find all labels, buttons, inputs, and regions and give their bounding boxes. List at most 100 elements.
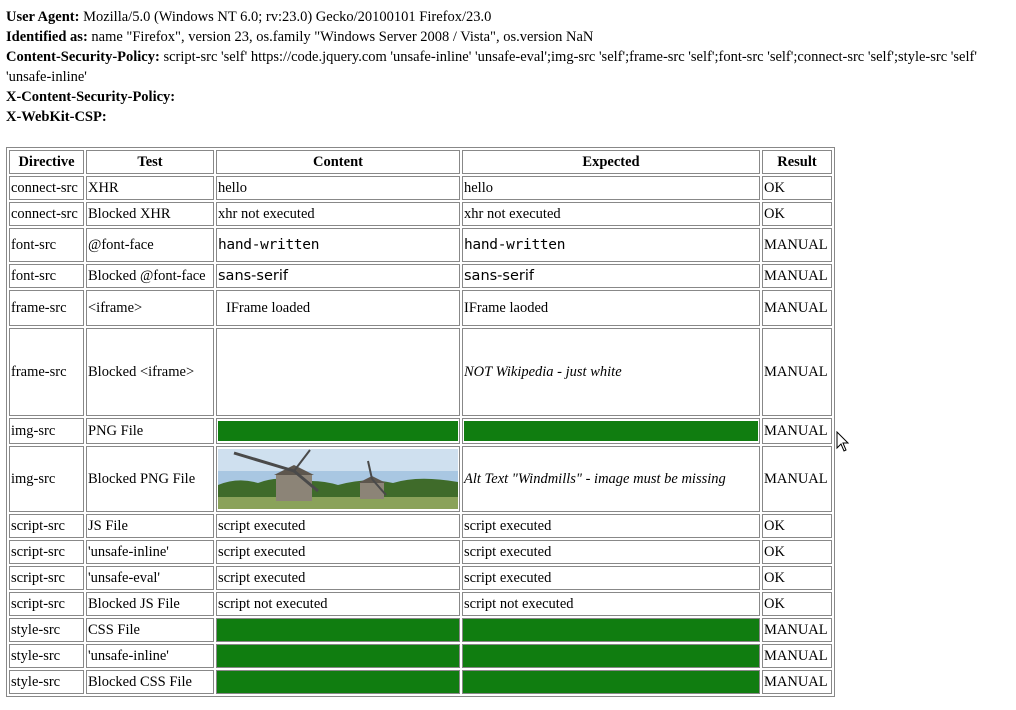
cell-directive: script-src: [9, 592, 84, 616]
cell-test: 'unsafe-eval': [86, 566, 214, 590]
csp-label: Content-Security-Policy:: [6, 49, 160, 65]
table-row: frame-src Blocked <iframe> NOT Wikipedia…: [9, 328, 832, 416]
table-row: font-src @font-face hand-written hand-wr…: [9, 228, 832, 262]
green-swatch-expected: [462, 644, 760, 668]
cell-result: MANUAL: [762, 290, 832, 326]
cell-directive: style-src: [9, 644, 84, 668]
table-row: font-src Blocked @font-face sans-serif s…: [9, 264, 832, 288]
header-result: Result: [762, 150, 832, 174]
cell-expected: hello: [462, 176, 760, 200]
cell-content: script executed: [216, 540, 460, 564]
cell-expected: script not executed: [462, 592, 760, 616]
cell-content: script executed: [216, 514, 460, 538]
iframe-content: IFrame loaded: [216, 290, 460, 326]
cell-expected: IFrame laoded: [462, 290, 760, 326]
table-row: script-src 'unsafe-eval' script executed…: [9, 566, 832, 590]
x-webkit-csp-line: X-WebKit-CSP:: [6, 107, 1010, 127]
table-row: connect-src Blocked XHR xhr not executed…: [9, 202, 832, 226]
table-row: img-src Blocked PNG File Alt Text "Windm…: [9, 446, 832, 512]
cell-test: PNG File: [86, 418, 214, 444]
cell-content-handwritten: hand-written: [216, 228, 460, 262]
cell-test: Blocked <iframe>: [86, 328, 214, 416]
cell-result: OK: [762, 592, 832, 616]
cell-result: MANUAL: [762, 328, 832, 416]
cell-test: 'unsafe-inline': [86, 540, 214, 564]
cell-directive: script-src: [9, 540, 84, 564]
cell-directive: frame-src: [9, 328, 84, 416]
request-info: User Agent: Mozilla/5.0 (Windows NT 6.0;…: [6, 7, 1010, 127]
cell-result: MANUAL: [762, 670, 832, 694]
user-agent-label: User Agent:: [6, 9, 80, 25]
table-row: script-src Blocked JS File script not ex…: [9, 592, 832, 616]
cell-directive: frame-src: [9, 290, 84, 326]
cell-result: OK: [762, 202, 832, 226]
green-swatch-content: [216, 644, 460, 668]
cell-directive: style-src: [9, 618, 84, 642]
cell-test: CSS File: [86, 618, 214, 642]
cell-test: Blocked XHR: [86, 202, 214, 226]
cell-directive: style-src: [9, 670, 84, 694]
user-agent-line: User Agent: Mozilla/5.0 (Windows NT 6.0;…: [6, 7, 1010, 27]
header-expected: Expected: [462, 150, 760, 174]
x-csp-label: X-Content-Security-Policy:: [6, 89, 176, 105]
identified-as-label: Identified as:: [6, 29, 88, 45]
cell-result: OK: [762, 514, 832, 538]
cell-directive: connect-src: [9, 202, 84, 226]
cell-result: MANUAL: [762, 264, 832, 288]
cell-test: Blocked CSS File: [86, 670, 214, 694]
x-csp-line: X-Content-Security-Policy:: [6, 87, 1010, 107]
cell-result: OK: [762, 176, 832, 200]
csp-test-table: Directive Test Content Expected Result c…: [6, 147, 835, 697]
table-row: style-src CSS File MANUAL: [9, 618, 832, 642]
x-webkit-csp-label: X-WebKit-CSP:: [6, 109, 107, 125]
cell-directive: connect-src: [9, 176, 84, 200]
cell-test: Blocked PNG File: [86, 446, 214, 512]
cell-test: Blocked @font-face: [86, 264, 214, 288]
cell-content: xhr not executed: [216, 202, 460, 226]
cell-result: OK: [762, 540, 832, 564]
cell-test: JS File: [86, 514, 214, 538]
green-swatch-expected: [462, 670, 760, 694]
cell-directive: font-src: [9, 264, 84, 288]
table-row: script-src 'unsafe-inline' script execut…: [9, 540, 832, 564]
green-swatch-content: [216, 418, 460, 444]
table-row: script-src JS File script executed scrip…: [9, 514, 832, 538]
cell-expected: Alt Text "Windmills" - image must be mis…: [462, 446, 760, 512]
cell-directive: img-src: [9, 418, 84, 444]
table-row: frame-src <iframe> IFrame loaded IFrame …: [9, 290, 832, 326]
csp-line: Content-Security-Policy: script-src 'sel…: [6, 47, 1010, 87]
cell-directive: script-src: [9, 514, 84, 538]
cell-result: OK: [762, 566, 832, 590]
cell-content-sans: sans-serif: [216, 264, 460, 288]
cell-result: MANUAL: [762, 228, 832, 262]
cell-content: hello: [216, 176, 460, 200]
table-row: style-src 'unsafe-inline' MANUAL: [9, 644, 832, 668]
cell-expected: script executed: [462, 566, 760, 590]
cell-content: script executed: [216, 566, 460, 590]
cell-content: script not executed: [216, 592, 460, 616]
table-row: style-src Blocked CSS File MANUAL: [9, 670, 832, 694]
cell-result: MANUAL: [762, 644, 832, 668]
cell-expected-handwritten: hand-written: [462, 228, 760, 262]
cell-result: MANUAL: [762, 418, 832, 444]
cell-directive: img-src: [9, 446, 84, 512]
cell-directive: script-src: [9, 566, 84, 590]
table-row: img-src PNG File MANUAL: [9, 418, 832, 444]
identified-as-line: Identified as: name "Firefox", version 2…: [6, 27, 1010, 47]
identified-as-value: name "Firefox", version 23, os.family "W…: [91, 29, 594, 45]
cell-result: MANUAL: [762, 446, 832, 512]
cell-expected-sans: sans-serif: [462, 264, 760, 288]
green-swatch-content: [216, 670, 460, 694]
cell-expected: NOT Wikipedia - just white: [462, 328, 760, 416]
cell-test: Blocked JS File: [86, 592, 214, 616]
user-agent-value: Mozilla/5.0 (Windows NT 6.0; rv:23.0) Ge…: [83, 9, 492, 25]
green-swatch-expected: [462, 618, 760, 642]
table-header-row: Directive Test Content Expected Result: [9, 150, 832, 174]
cell-test: 'unsafe-inline': [86, 644, 214, 668]
windmills-image: [216, 446, 460, 512]
header-content: Content: [216, 150, 460, 174]
cell-expected: script executed: [462, 540, 760, 564]
header-directive: Directive: [9, 150, 84, 174]
green-swatch-expected: [462, 418, 760, 444]
cell-result: MANUAL: [762, 618, 832, 642]
